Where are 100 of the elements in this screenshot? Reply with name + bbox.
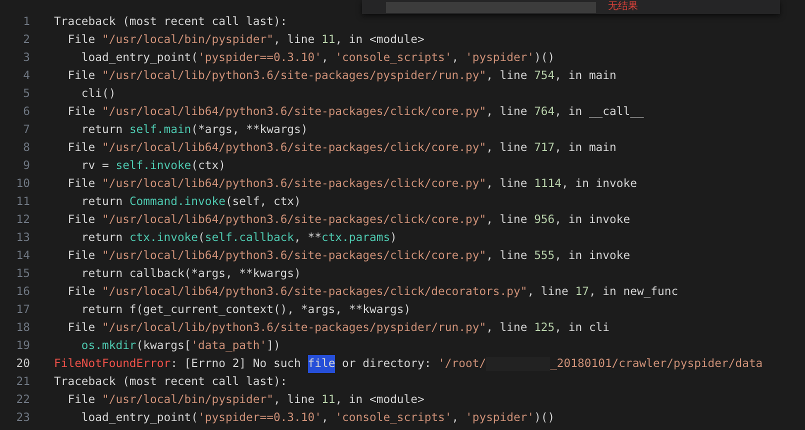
code-token: 956 [534, 211, 555, 228]
code-token: _20180101/crawler/pyspider/data [550, 355, 763, 372]
line-number: 7 [22, 121, 30, 138]
code-token: 17 [575, 283, 589, 300]
code-token: File [66, 211, 96, 228]
code-token: (self, ctx) [225, 193, 301, 210]
code-token: load_entry_point( [80, 409, 198, 426]
code-token: "/usr/local/lib/python3.6/site-packages/pyspider/run.py" [102, 319, 486, 336]
line-number: 15 [15, 265, 30, 282]
code-token: , [321, 49, 330, 66]
line-number: 10 [15, 175, 30, 192]
code-token: (*args, **kwargs) [191, 121, 308, 138]
code-token: "/usr/local/lib64/python3.6/site-packages/click/core.py" [102, 247, 486, 264]
code-token: , in invoke [554, 247, 630, 264]
code-token: "/usr/local/lib64/python3.6/site-packages/click/core.py" [102, 103, 486, 120]
code-token: )() [534, 49, 555, 66]
code-token: ctx.params [321, 229, 390, 246]
line-number: 4 [22, 67, 30, 84]
code-token: 125 [534, 319, 555, 336]
line-number: 20 [15, 355, 30, 372]
line-number: 11 [15, 193, 30, 210]
code-token: , in <module> [335, 391, 424, 408]
code-token: , line [273, 31, 316, 48]
line-number: 18 [15, 319, 30, 336]
code-token: return [80, 229, 124, 246]
code-token: 717 [534, 139, 555, 156]
code-token: , line [486, 211, 528, 228]
code-token: "/usr/local/bin/pyspider" [102, 31, 274, 48]
line-number: 5 [22, 85, 30, 102]
code-token: , [452, 409, 460, 426]
code-token: , in __call__ [554, 103, 644, 120]
line-number: 16 [15, 283, 30, 300]
code-token: os.mkdir [80, 337, 136, 354]
code-token: , line [486, 319, 528, 336]
line-number: 3 [22, 49, 30, 66]
code-token: File [66, 175, 96, 192]
code-token: FileNotFoundError [54, 355, 171, 372]
code-token: 'pyspider==0.3.10' [198, 409, 322, 426]
code-token: 'console_scripts' [335, 49, 452, 66]
code-token: , line [486, 67, 528, 84]
code-token: File [66, 139, 96, 156]
code-token: "/usr/local/lib64/python3.6/site-packages/click/core.py" [102, 139, 486, 156]
code-token: "/usr/local/lib64/python3.6/site-packages/click/core.py" [102, 175, 486, 192]
code-token: 'pyspider' [466, 409, 534, 426]
find-input-field[interactable] [386, 2, 596, 12]
line-number: 21 [15, 373, 30, 390]
code-token: ]) [266, 337, 280, 354]
code-token: 'console_scripts' [335, 409, 452, 426]
line-number: 17 [15, 301, 30, 318]
line-number: 9 [22, 157, 30, 174]
code-token: self.invoke [116, 157, 192, 174]
code-token: : [Errno 2] No such [170, 355, 302, 372]
code-token: Command.invoke [129, 193, 226, 210]
line-number: 23 [15, 409, 30, 426]
code-token: File [66, 103, 96, 120]
code-token: 'data_path' [191, 337, 267, 354]
code-token: "/usr/local/lib64/python3.6/site-packages/click/decorators.py" [102, 283, 528, 300]
code-token: )() [534, 409, 555, 426]
code-token: , in cli [554, 319, 610, 336]
code-token: 'pyspider==0.3.10' [198, 49, 322, 66]
code-token: , line [486, 103, 528, 120]
line-number: 8 [22, 139, 30, 156]
code-token: , [452, 49, 460, 66]
code-token: Traceback (most recent call last): [54, 13, 288, 30]
code-token: 11 [321, 391, 336, 408]
code-token: , in main [554, 67, 616, 84]
search-match: file [308, 355, 336, 373]
code-token: , line [486, 175, 528, 192]
line-number: 22 [15, 391, 30, 408]
code-token: File [66, 391, 96, 408]
code-token: , in main [554, 139, 616, 156]
code-token: 764 [534, 103, 555, 120]
code-token: return [80, 121, 124, 138]
code-token: , in invoke [554, 211, 630, 228]
line-number: 2 [22, 31, 30, 48]
code-token: return f(get_current_context(), *args, **kwargs) [80, 301, 411, 318]
code-token: return callback(*args, **kwargs) [80, 265, 301, 282]
code-token: , line [486, 247, 528, 264]
code-token: ( [198, 229, 205, 246]
code-token: , in invoke [562, 175, 637, 192]
code-token: rv = [80, 157, 110, 174]
line-number: 14 [15, 247, 30, 264]
code-token: , line [273, 391, 316, 408]
code-token: 754 [534, 67, 555, 84]
code-token: 11 [321, 31, 336, 48]
code-token: , in <module> [335, 31, 424, 48]
line-number: 12 [15, 211, 30, 228]
code-token: ctx.invoke [129, 229, 198, 246]
code-token: "/usr/local/lib/python3.6/site-packages/pyspider/run.py" [102, 67, 486, 84]
code-token: "/usr/local/bin/pyspider" [102, 391, 274, 408]
line-number: 6 [22, 103, 30, 120]
code-token: (kwargs[ [136, 337, 192, 354]
code-token: "/usr/local/lib64/python3.6/site-packages/click/core.py" [102, 211, 486, 228]
code-token: Traceback (most recent call last): [54, 373, 288, 390]
code-token: , line [486, 139, 528, 156]
code-token: , line [527, 283, 570, 300]
code-token: , ** [294, 229, 322, 246]
code-token: , [321, 409, 330, 426]
line-number: 19 [15, 337, 30, 354]
line-number: 13 [15, 229, 30, 246]
